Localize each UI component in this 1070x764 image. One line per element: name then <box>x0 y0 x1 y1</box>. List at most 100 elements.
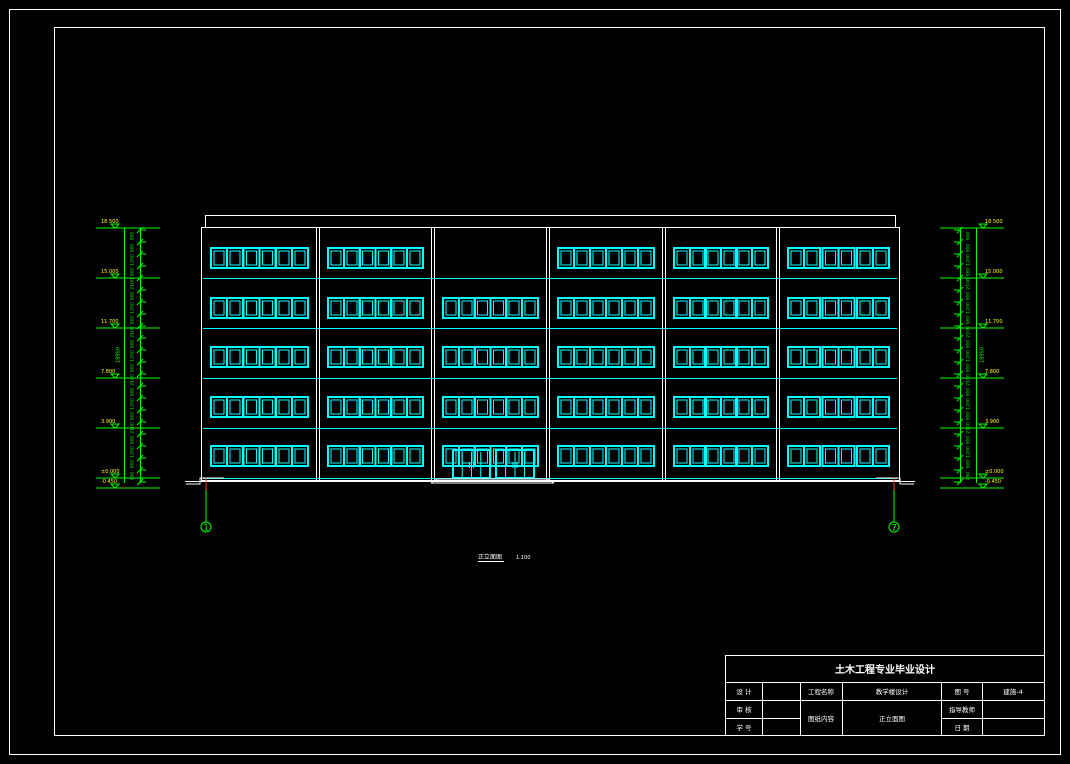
design-label: 设 计 <box>736 687 752 696</box>
dimension-value: 900 <box>130 364 136 373</box>
drawing-caption: 正立面图 1:100 <box>478 553 530 562</box>
window <box>856 297 890 319</box>
dimension-value: 1200 <box>966 254 972 266</box>
dimension-value: 900 <box>966 412 972 421</box>
dimension-value: 1200 <box>130 446 136 458</box>
window <box>589 247 623 269</box>
window <box>505 346 539 368</box>
facade-columns <box>316 228 780 480</box>
window <box>621 396 655 418</box>
drawing-no-label: 图 号 <box>954 688 970 696</box>
window <box>210 396 244 418</box>
window <box>787 346 821 368</box>
drawing-content: 正立面图 <box>879 714 905 723</box>
window <box>275 247 309 269</box>
dimension-value: 900 <box>966 436 972 445</box>
window <box>557 247 591 269</box>
window <box>358 396 393 418</box>
window <box>390 445 424 467</box>
window <box>856 247 890 269</box>
elevation-label: 3.900 <box>985 419 999 425</box>
window <box>673 396 707 418</box>
dimension-value: 900 <box>966 364 972 373</box>
window <box>621 445 655 467</box>
right-dimension-chain: 9009001200900210090012009002100900120090… <box>940 219 1004 489</box>
window <box>735 247 769 269</box>
elevation-label: ±0.000 <box>985 469 1004 475</box>
window <box>505 396 539 418</box>
window <box>557 346 591 368</box>
elevation-label: -0.450 <box>985 479 1001 485</box>
window <box>704 247 738 269</box>
window <box>735 445 769 467</box>
axis-label-right: 7 <box>891 524 897 534</box>
window <box>275 297 309 319</box>
dimension-value: 900 <box>130 316 136 325</box>
window <box>242 297 277 319</box>
dimension-value: 900 <box>966 268 972 277</box>
window <box>557 445 591 467</box>
window <box>242 396 277 418</box>
window <box>787 445 821 467</box>
window <box>589 445 623 467</box>
dimension-value: 900 <box>130 292 136 301</box>
window <box>589 297 623 319</box>
dimension-value: 1200 <box>130 254 136 266</box>
dimension-value: 900 <box>130 412 136 421</box>
dimension-value: 1200 <box>130 398 136 410</box>
window <box>210 247 244 269</box>
window <box>210 346 244 368</box>
window <box>557 396 591 418</box>
window <box>673 445 707 467</box>
dimension-value: 2100 <box>966 374 972 386</box>
dimension-value: 450 <box>966 472 972 481</box>
window <box>358 445 393 467</box>
window <box>621 247 655 269</box>
window <box>589 346 623 368</box>
dimension-value: 900 <box>130 232 136 241</box>
window <box>473 396 508 418</box>
dimension-value: 2100 <box>966 278 972 290</box>
window <box>327 247 361 269</box>
window <box>275 445 309 467</box>
window <box>390 297 424 319</box>
advisor-label: 指导教师 <box>949 705 976 714</box>
window <box>821 247 856 269</box>
window <box>621 297 655 319</box>
window <box>327 396 361 418</box>
elevation-label: 15.000 <box>985 269 1003 275</box>
dimension-value: 1200 <box>966 302 972 314</box>
dimension-value: 900 <box>130 268 136 277</box>
window <box>442 346 476 368</box>
outer-border <box>9 9 1061 755</box>
date-label: 日 期 <box>954 724 970 732</box>
window <box>210 445 244 467</box>
dimension-total: 18950 <box>980 347 986 363</box>
dimension-value: 900 <box>966 316 972 325</box>
window <box>704 396 738 418</box>
window <box>327 297 361 319</box>
window <box>673 346 707 368</box>
window <box>358 297 393 319</box>
drawing-no: 建施-4 <box>1003 687 1022 696</box>
dimension-value: 900 <box>130 340 136 349</box>
axis-marker-right: 7 <box>888 478 900 534</box>
window <box>787 297 821 319</box>
dimension-value: 900 <box>130 388 136 397</box>
window <box>735 396 769 418</box>
window <box>735 297 769 319</box>
axis-label-left: 1 <box>203 524 209 534</box>
window <box>704 346 738 368</box>
window <box>358 247 393 269</box>
dimension-total: 18950 <box>116 347 122 363</box>
elevation-label: 18.500 <box>985 219 1003 225</box>
elevation-label: 15.000 <box>101 269 119 275</box>
elevation-label: 3.900 <box>101 419 115 425</box>
dimension-value: 900 <box>130 436 136 445</box>
window <box>390 346 424 368</box>
elevation-label: 7.800 <box>985 369 999 375</box>
dimension-value: 900 <box>130 460 136 469</box>
window <box>557 297 591 319</box>
title-block-heading: 土木工程专业毕业设计 <box>835 663 935 676</box>
window <box>821 396 856 418</box>
